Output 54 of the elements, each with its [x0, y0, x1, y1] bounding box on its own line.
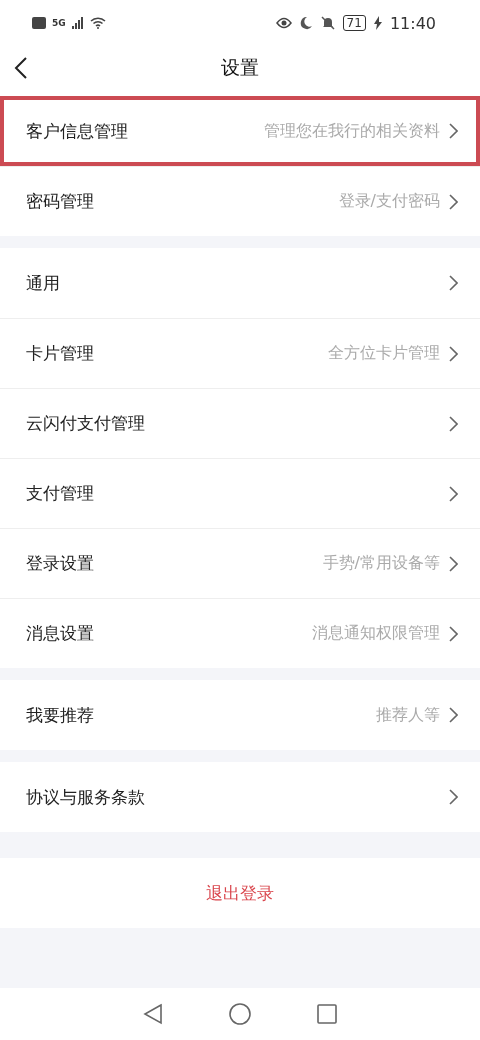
row-hint: 登录/支付密码 — [338, 191, 440, 212]
settings-row[interactable]: 卡片管理 全方位卡片管理 — [0, 318, 480, 388]
chevron-right-icon — [448, 275, 458, 291]
row-label: 支付管理 — [26, 482, 95, 505]
chevron-right-icon — [448, 345, 458, 362]
square-icon — [317, 1004, 337, 1024]
settings-row[interactable]: 我要推荐 推荐人等 — [0, 680, 480, 750]
eye-icon — [275, 17, 292, 29]
settings-row[interactable]: 通用 — [0, 248, 480, 318]
row-label: 消息设置 — [26, 622, 95, 645]
row-hint: 推荐人等 — [376, 704, 440, 726]
recents-nav-button[interactable] — [317, 1004, 337, 1024]
row-label: 通用 — [26, 271, 61, 295]
chevron-right-icon — [448, 707, 458, 723]
signal-icon — [71, 17, 84, 29]
chevron-right-icon — [448, 789, 458, 805]
row-label: 客户信息管理 — [26, 119, 129, 143]
row-label: 登录设置 — [26, 552, 95, 575]
chevron-right-icon — [448, 123, 458, 139]
chevron-right-icon — [448, 193, 458, 210]
home-nav-button[interactable] — [229, 1003, 251, 1025]
row-label: 卡片管理 — [26, 342, 95, 365]
back-nav-button[interactable] — [143, 1003, 163, 1025]
charging-icon — [373, 16, 382, 30]
settings-row[interactable]: 客户信息管理 管理您在我行的相关资料 — [0, 96, 480, 166]
settings-row[interactable]: 密码管理 登录/支付密码 — [0, 166, 480, 236]
moon-icon — [299, 16, 313, 30]
page-title: 设置 — [221, 55, 259, 80]
row-hint: 管理您在我行的相关资料 — [264, 120, 440, 142]
row-hint: 手势/常用设备等 — [322, 553, 440, 574]
row-label: 协议与服务条款 — [26, 785, 146, 809]
chevron-right-icon — [448, 415, 458, 432]
bell-muted-icon — [320, 16, 335, 30]
settings-row[interactable]: 登录设置 手势/常用设备等 — [0, 528, 480, 598]
logout-button[interactable]: 退出登录 — [0, 858, 480, 928]
row-label: 我要推荐 — [26, 703, 95, 727]
row-label: 云闪付支付管理 — [26, 412, 146, 435]
settings-row[interactable]: 云闪付支付管理 — [0, 388, 480, 458]
network-type: 5G — [52, 18, 66, 28]
back-icon — [14, 56, 28, 80]
chevron-right-icon — [448, 555, 458, 572]
chevron-right-icon — [448, 485, 458, 502]
chevron-right-icon — [448, 625, 458, 642]
row-hint: 全方位卡片管理 — [328, 343, 440, 364]
wifi-icon — [89, 17, 106, 29]
triangle-icon — [143, 1003, 163, 1025]
settings-row[interactable]: 支付管理 — [0, 458, 480, 528]
clock-time: 11:40 — [389, 13, 436, 33]
settings-row[interactable]: 消息设置 消息通知权限管理 — [0, 598, 480, 668]
circle-icon — [229, 1003, 251, 1025]
battery-level: 71 — [342, 15, 366, 31]
settings-row[interactable]: 协议与服务条款 — [0, 762, 480, 832]
row-label: 密码管理 — [26, 190, 95, 213]
row-hint: 消息通知权限管理 — [312, 623, 440, 644]
